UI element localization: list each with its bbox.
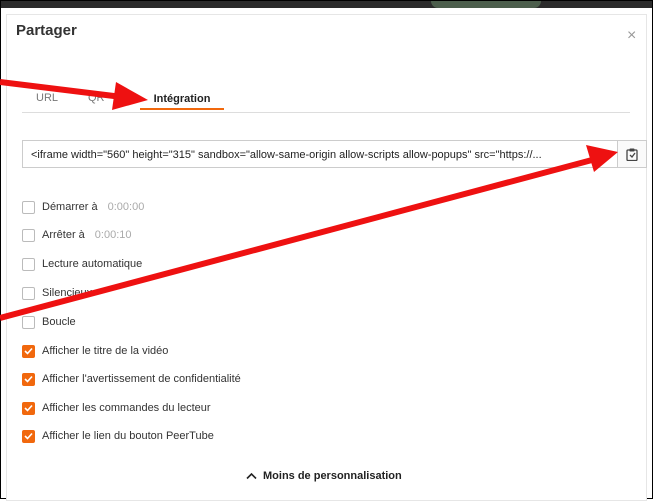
option-label: Afficher les commandes du lecteur bbox=[42, 402, 211, 414]
stop-time-input[interactable]: 0:00:10 bbox=[95, 229, 132, 241]
less-customization-button[interactable]: Moins de personnalisation bbox=[246, 470, 402, 482]
tab-url[interactable]: URL bbox=[36, 92, 58, 104]
checkbox-muted[interactable] bbox=[22, 286, 35, 300]
embed-code-field[interactable]: <iframe width="560" height="315" sandbox… bbox=[22, 140, 647, 168]
checkbox-loop[interactable] bbox=[22, 315, 35, 329]
background-video-strip bbox=[1, 1, 652, 8]
option-autoplay[interactable]: Lecture automatique bbox=[22, 256, 142, 272]
option-muted[interactable]: Silencieux bbox=[22, 285, 92, 301]
option-label: Démarrer à bbox=[42, 201, 98, 213]
option-label: Silencieux bbox=[42, 287, 93, 299]
option-show-privacy-warning[interactable]: Afficher l'avertissement de confidential… bbox=[22, 371, 241, 387]
chevron-up-icon bbox=[246, 472, 257, 480]
option-show-peertube-link[interactable]: Afficher le lien du bouton PeerTube bbox=[22, 428, 214, 444]
checkbox-start-at[interactable] bbox=[22, 200, 35, 214]
clipboard-icon bbox=[626, 148, 638, 161]
checkbox-stop-at[interactable] bbox=[22, 228, 35, 242]
close-icon[interactable]: × bbox=[627, 28, 636, 44]
option-show-controls[interactable]: Afficher les commandes du lecteur bbox=[22, 400, 211, 416]
copy-button[interactable] bbox=[617, 141, 646, 167]
option-label: Afficher le titre de la vidéo bbox=[42, 345, 169, 357]
checkbox-show-peertube-link[interactable] bbox=[22, 429, 35, 443]
start-time-input[interactable]: 0:00:00 bbox=[108, 201, 145, 213]
option-label: Boucle bbox=[42, 316, 76, 328]
tab-qr[interactable]: QR bbox=[88, 92, 105, 104]
option-show-title[interactable]: Afficher le titre de la vidéo bbox=[22, 343, 168, 359]
check-icon bbox=[24, 404, 33, 412]
checkbox-autoplay[interactable] bbox=[22, 257, 35, 271]
check-icon bbox=[24, 375, 33, 383]
option-loop[interactable]: Boucle bbox=[22, 314, 76, 330]
option-label: Afficher l'avertissement de confidential… bbox=[42, 373, 241, 385]
option-label: Afficher le lien du bouton PeerTube bbox=[42, 430, 214, 442]
option-start-at[interactable]: Démarrer à 0:00:00 bbox=[22, 199, 144, 215]
tab-integration[interactable]: Intégration bbox=[140, 88, 224, 110]
share-tabs: URL QR Intégration bbox=[22, 88, 630, 113]
less-customization-label: Moins de personnalisation bbox=[263, 470, 402, 482]
option-label: Arrêter à bbox=[42, 229, 85, 241]
option-label: Lecture automatique bbox=[42, 258, 143, 270]
option-stop-at[interactable]: Arrêter à 0:00:10 bbox=[22, 227, 132, 243]
check-icon bbox=[24, 347, 33, 355]
checkbox-show-privacy-warning[interactable] bbox=[22, 372, 35, 386]
check-icon bbox=[24, 432, 33, 440]
embed-code-text[interactable]: <iframe width="560" height="315" sandbox… bbox=[31, 148, 611, 162]
dialog-title: Partager bbox=[16, 22, 77, 39]
checkbox-show-title[interactable] bbox=[22, 344, 35, 358]
checkbox-show-controls[interactable] bbox=[22, 401, 35, 415]
